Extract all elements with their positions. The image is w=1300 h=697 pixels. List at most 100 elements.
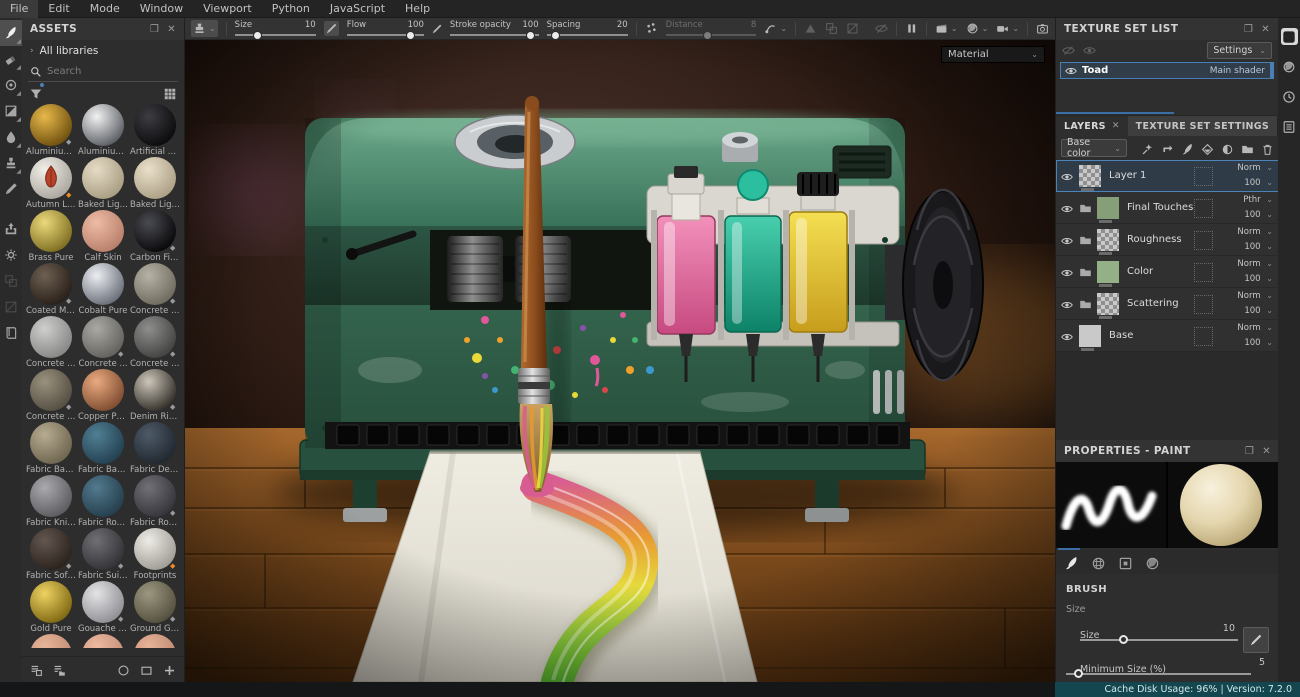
layer-thumbnail[interactable] — [1097, 261, 1119, 283]
filter-rect-button[interactable] — [140, 660, 153, 679]
layer-thumbnail[interactable] — [1097, 293, 1119, 315]
filter-circle-button[interactable] — [117, 660, 130, 679]
projection-tool[interactable]: ◢ — [0, 72, 22, 98]
spacing-slider[interactable]: Spacing20 — [547, 21, 628, 36]
tab-layers[interactable]: LAYERS ✕ — [1056, 116, 1128, 136]
asset-item[interactable]: ◆Autumn Le... — [25, 157, 77, 210]
view-details-button[interactable] — [30, 660, 43, 679]
distance-slider[interactable]: Distance8 — [666, 21, 757, 36]
viewport-3d[interactable]: Material ⌄ — [185, 40, 1055, 682]
asset-item[interactable]: ◆Concrete ... — [77, 316, 129, 369]
asset-item[interactable]: Copper Pure — [77, 369, 129, 422]
distance-handle[interactable] — [703, 31, 712, 40]
layer-list-empty-area[interactable] — [1056, 352, 1279, 440]
menu-javascript[interactable]: JavaScript — [320, 0, 395, 18]
asset-item[interactable]: Artificial Le... — [129, 104, 181, 157]
asset-item[interactable]: Concrete C... — [25, 316, 77, 369]
add-asset-button[interactable] — [163, 660, 176, 679]
blend-mode-dropdown[interactable]: Norm ⌄ — [1237, 291, 1273, 301]
layer-opacity-dropdown[interactable]: 100 ⌄ — [1244, 306, 1273, 316]
min-size-slider[interactable]: Minimum Size (%) 5 — [1080, 657, 1269, 683]
export-tool[interactable] — [0, 216, 22, 242]
viewport-shader-dropdown[interactable]: Material ⌄ — [941, 46, 1045, 63]
asset-item[interactable]: Fabric Bam... — [25, 422, 77, 475]
asset-item[interactable]: Baked Ligh... — [77, 157, 129, 210]
menu-window[interactable]: Window — [130, 0, 193, 18]
add-group-button[interactable] — [1241, 139, 1254, 158]
properties-tab-brush[interactable] — [1064, 553, 1079, 572]
menu-edit[interactable]: Edit — [38, 0, 79, 18]
flow-slider[interactable]: Flow100 — [347, 21, 424, 36]
asset-item[interactable]: ◆Fabric Rou... — [129, 475, 181, 528]
flow-pressure-button[interactable] — [432, 24, 442, 34]
layer-mask-slot[interactable] — [1194, 295, 1213, 314]
asset-item[interactable]: ◆Concrete S... — [129, 316, 181, 369]
add-fill-layer-button[interactable] — [1201, 139, 1214, 158]
layer-row[interactable]: Scattering Norm ⌄ 100 ⌄ — [1056, 288, 1279, 320]
asset-item[interactable]: Cobalt Pure — [77, 263, 129, 316]
layer-visibility-button[interactable] — [1061, 326, 1073, 345]
history-dock-button[interactable] — [1281, 88, 1298, 105]
size-track[interactable] — [1080, 639, 1238, 641]
pause-engine-button[interactable] — [905, 22, 918, 35]
asset-item[interactable]: Fabric Den... — [129, 422, 181, 475]
show-all-eye-icon[interactable] — [1062, 44, 1075, 57]
blend-mode-dropdown[interactable]: Norm ⌄ — [1237, 227, 1273, 237]
asset-item[interactable] — [25, 634, 77, 648]
asset-item[interactable]: Fabric Knit... — [25, 475, 77, 528]
grid-view-icon[interactable] — [164, 84, 176, 103]
layer-mask-slot[interactable] — [1194, 167, 1213, 186]
camera-slate-button[interactable]: ⌄ — [935, 22, 958, 35]
spacing-handle[interactable] — [551, 31, 560, 40]
video-camera-button[interactable]: ⌄ — [996, 22, 1019, 35]
layer-thumbnail[interactable] — [1097, 197, 1119, 219]
asset-item[interactable]: ◆Fabric Soft... — [25, 528, 77, 581]
view-folders-button[interactable] — [53, 660, 66, 679]
layer-mask-slot[interactable] — [1194, 327, 1213, 346]
layer-visibility-button[interactable] — [1061, 230, 1073, 249]
asset-item[interactable]: Gold Pure — [25, 581, 77, 634]
asset-item[interactable]: ◆Fabric Suit... — [77, 528, 129, 581]
layer-row[interactable]: Base Norm ⌄ 100 ⌄ — [1056, 320, 1279, 352]
asset-item[interactable]: ◆Concrete B... — [129, 263, 181, 316]
log-dock-button[interactable] — [1281, 118, 1298, 135]
properties-tab-alpha[interactable] — [1091, 553, 1106, 572]
layer-mask-slot[interactable] — [1194, 199, 1213, 218]
size-handle[interactable] — [1119, 635, 1128, 644]
channel-dropdown[interactable]: Base color ⌄ — [1061, 139, 1127, 157]
add-paint-layer-button[interactable] — [1181, 139, 1194, 158]
asset-item[interactable]: Fabric Bas... — [77, 422, 129, 475]
layer-mask-slot[interactable] — [1194, 231, 1213, 250]
add-smart-material-button[interactable] — [1161, 139, 1174, 158]
disabled-a-tool[interactable] — [0, 268, 22, 294]
texture-set-settings-dropdown[interactable]: Settings ⌄ — [1207, 42, 1272, 59]
tab-texture-set-settings[interactable]: TEXTURE SET SETTINGS — [1128, 116, 1277, 136]
screenshot-button[interactable] — [1036, 22, 1049, 35]
layer-opacity-dropdown[interactable]: 100 ⌄ — [1244, 178, 1273, 188]
symmetry-button[interactable] — [804, 22, 817, 35]
min-size-track[interactable] — [1066, 673, 1251, 675]
asset-item[interactable] — [77, 634, 129, 648]
material-picker-tool[interactable] — [0, 176, 22, 202]
filter-funnel-icon[interactable] — [30, 84, 42, 103]
size-slider[interactable]: Size10 — [235, 21, 316, 36]
stroke-opacity-slider[interactable]: Stroke opacity100 — [450, 21, 539, 36]
resources-tool[interactable] — [0, 320, 22, 346]
blend-mode-dropdown[interactable]: Pthr ⌄ — [1243, 195, 1273, 205]
snap-disabled-button[interactable] — [846, 22, 859, 35]
asset-item[interactable]: ◆Carbon Fib... — [129, 210, 181, 263]
layer-opacity-dropdown[interactable]: 100 ⌄ — [1244, 210, 1273, 220]
assets-shelf-dock-button[interactable] — [1281, 28, 1298, 45]
asset-item[interactable]: ◆Gouache P... — [77, 581, 129, 634]
layer-row[interactable]: Roughness Norm ⌄ 100 ⌄ — [1056, 224, 1279, 256]
lazy-mouse-button[interactable]: ⌄ — [764, 22, 787, 35]
blend-mode-dropdown[interactable]: Norm ⌄ — [1237, 259, 1273, 269]
asset-item[interactable]: ◆Footprints — [129, 528, 181, 581]
hide-all-eye-icon[interactable] — [1083, 44, 1096, 57]
mirror-disabled-button[interactable] — [825, 22, 838, 35]
flow-handle[interactable] — [406, 31, 415, 40]
menu-file[interactable]: File — [0, 0, 38, 18]
menu-viewport[interactable]: Viewport — [193, 0, 262, 18]
menu-help[interactable]: Help — [395, 0, 440, 18]
menu-python[interactable]: Python — [262, 0, 320, 18]
